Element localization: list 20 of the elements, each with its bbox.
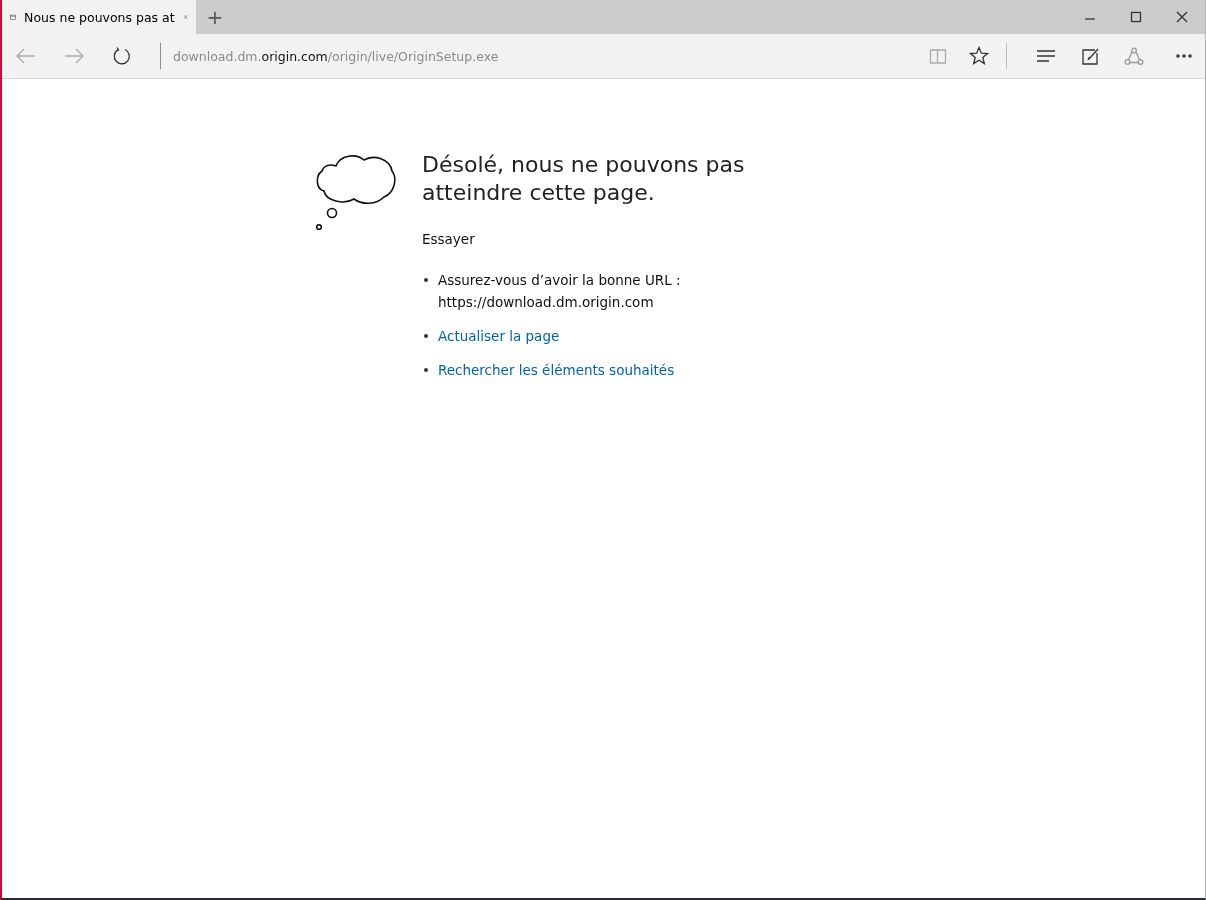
browser-tab[interactable]: Nous ne pouvons pas at [2, 0, 196, 34]
address-bar[interactable]: download.dm.origin.com/origin/live/OriginSetup.exe [173, 48, 499, 64]
try-label: Essayer [422, 231, 476, 247]
suggestion-text: https://download.dm.origin.com [438, 293, 655, 312]
more-icon[interactable] [1175, 51, 1193, 61]
share-icon[interactable] [1124, 46, 1144, 66]
note-icon[interactable] [1081, 46, 1099, 66]
star-icon[interactable] [969, 46, 989, 66]
new-tab-button[interactable]: + [196, 0, 234, 34]
maximize-icon[interactable] [1129, 10, 1143, 24]
suggestion-link[interactable]: Rechercher les éléments souhaités [438, 359, 675, 381]
bullet-icon [424, 334, 428, 338]
menu-lines-icon[interactable] [1036, 47, 1056, 65]
suggestion-link[interactable]: Actualiser la page [438, 325, 560, 347]
refresh-icon[interactable] [112, 46, 132, 66]
error-heading: Désolé, nous ne pouvons pas atteindre cette page. [422, 151, 746, 207]
bullet-icon [424, 368, 428, 372]
bullet-icon [424, 278, 428, 282]
suggestion-text: Assurez-vous d’avoir la bonne URL : [438, 271, 681, 290]
close-icon[interactable] [1175, 10, 1189, 24]
